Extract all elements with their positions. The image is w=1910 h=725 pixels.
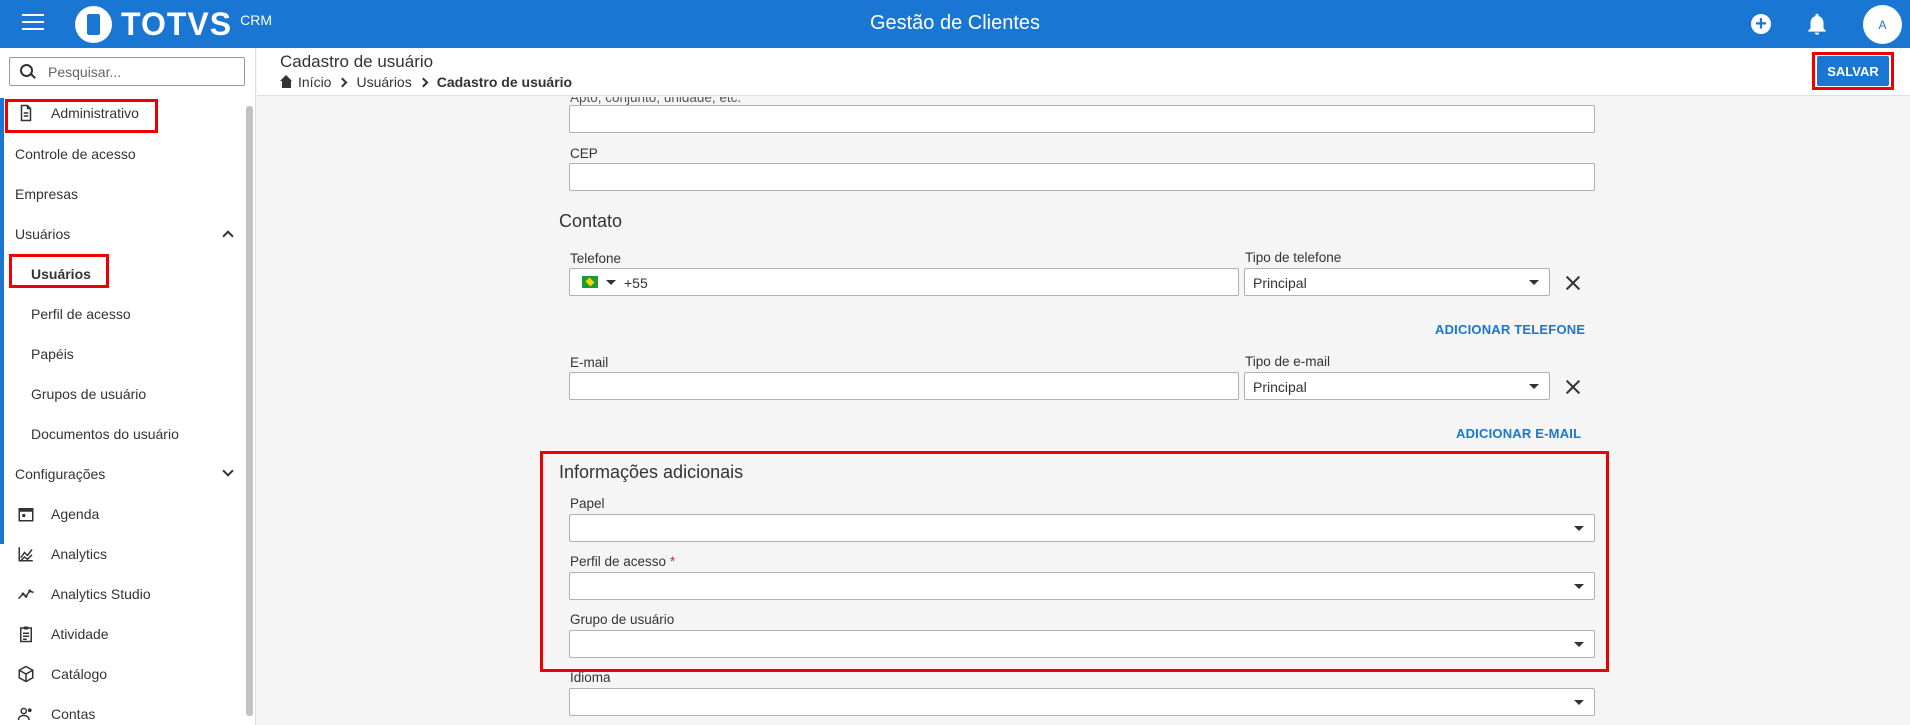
sidebar-item-label: Agenda bbox=[51, 506, 100, 522]
brand-name: TOTVS bbox=[121, 5, 233, 42]
sidebar-item-label: Papéis bbox=[31, 346, 74, 362]
sidebar-item-contas[interactable]: Contas bbox=[0, 699, 244, 725]
sidebar-item-usuarios-group[interactable]: Usuários bbox=[0, 219, 244, 249]
sidebar-item-label: Empresas bbox=[15, 186, 79, 202]
sidebar-item-label: Perfil de acesso bbox=[31, 306, 131, 322]
tipo-email-label: Tipo de e-mail bbox=[1245, 354, 1331, 369]
user-avatar[interactable]: A bbox=[1863, 5, 1902, 44]
sidebar-item-label: Analytics Studio bbox=[51, 586, 151, 602]
breadcrumb-usuarios[interactable]: Usuários bbox=[356, 74, 411, 90]
sidebar-item-configuracoes[interactable]: Configurações bbox=[0, 459, 244, 489]
sidebar-item-label: Atividade bbox=[51, 626, 109, 642]
search-icon bbox=[20, 63, 36, 80]
sidebar-item-papeis[interactable]: Papéis bbox=[0, 339, 244, 369]
chevron-right-icon bbox=[338, 77, 348, 87]
sidebar-item-label: Controle de acesso bbox=[15, 146, 136, 162]
sidebar-item-agenda[interactable]: Agenda bbox=[0, 499, 244, 529]
idioma-select[interactable] bbox=[569, 688, 1595, 716]
clipboard-icon bbox=[17, 625, 35, 643]
sidebar-item-empresas[interactable]: Empresas bbox=[0, 179, 244, 209]
breadcrumb: Início Usuários Cadastro de usuário bbox=[280, 74, 572, 90]
chevron-right-icon bbox=[418, 77, 429, 87]
page-header: Cadastro de usuário Início Usuários Cada… bbox=[257, 48, 1910, 96]
telefone-label: Telefone bbox=[570, 251, 622, 266]
highlight-administrativo bbox=[5, 99, 158, 133]
brazil-flag-icon bbox=[582, 276, 598, 288]
tipo-telefone-select[interactable]: Principal bbox=[1244, 268, 1550, 296]
top-bar: TOTVS CRM Gestão de Clientes A bbox=[0, 0, 1910, 48]
sidebar-item-grupos-de-usuario[interactable]: Grupos de usuário bbox=[0, 379, 244, 409]
breadcrumb-current: Cadastro de usuário bbox=[436, 74, 573, 90]
hamburger-menu-icon[interactable] bbox=[22, 14, 44, 34]
country-dropdown-icon[interactable] bbox=[606, 280, 616, 285]
remove-telefone-icon[interactable] bbox=[1564, 274, 1582, 292]
sidebar-item-controle-de-acesso[interactable]: Controle de acesso bbox=[0, 139, 244, 169]
sidebar-scrollbar[interactable] bbox=[246, 106, 253, 716]
apto-input[interactable] bbox=[569, 105, 1595, 133]
sidebar-item-documentos-do-usuario[interactable]: Documentos do usuário bbox=[0, 419, 244, 449]
contato-section-title: Contato bbox=[559, 211, 623, 231]
phone-country-code: +55 bbox=[624, 275, 648, 291]
brand-logo[interactable]: TOTVS CRM bbox=[75, 4, 272, 44]
sidebar-item-label: Usuários bbox=[15, 226, 71, 242]
sidebar-item-analytics[interactable]: Analytics bbox=[0, 539, 244, 569]
area-chart-icon bbox=[17, 545, 35, 563]
tipo-telefone-value: Principal bbox=[1253, 275, 1307, 291]
email-input[interactable] bbox=[569, 372, 1239, 400]
brand-sub: CRM bbox=[240, 12, 272, 28]
home-icon bbox=[280, 75, 293, 88]
email-label: E-mail bbox=[570, 355, 609, 370]
sidebar: Administrativo Controle de acesso Empres… bbox=[0, 48, 256, 725]
highlight-usuarios bbox=[9, 254, 109, 288]
users-icon bbox=[17, 705, 35, 723]
sidebar-item-perfil-de-acesso[interactable]: Perfil de acesso bbox=[0, 299, 244, 329]
totvs-logo-icon bbox=[75, 5, 112, 43]
sidebar-search[interactable] bbox=[9, 57, 245, 86]
breadcrumb-inicio[interactable]: Início bbox=[298, 74, 331, 90]
sidebar-item-catalogo[interactable]: Catálogo bbox=[0, 659, 244, 689]
highlight-save-button bbox=[1812, 52, 1894, 90]
cep-label: CEP bbox=[570, 146, 598, 161]
sidebar-item-label: Contas bbox=[51, 706, 96, 722]
tipo-email-value: Principal bbox=[1253, 379, 1307, 395]
telefone-input[interactable]: +55 bbox=[569, 268, 1239, 296]
sidebar-item-label: Configurações bbox=[15, 466, 106, 482]
idioma-label: Idioma bbox=[570, 670, 611, 685]
highlight-info-adicionais bbox=[540, 451, 1609, 672]
sidebar-item-label: Documentos do usuário bbox=[31, 426, 179, 442]
tipo-email-select[interactable]: Principal bbox=[1244, 372, 1550, 400]
remove-email-icon[interactable] bbox=[1564, 378, 1582, 396]
notification-bell-icon[interactable] bbox=[1804, 11, 1830, 37]
form-area: Apto, conjunto, unidade, etc. CEP Contat… bbox=[257, 97, 1910, 725]
dropdown-arrow-icon bbox=[1529, 384, 1539, 389]
app-title: Gestão de Clientes bbox=[869, 12, 1041, 34]
chevron-up-icon bbox=[222, 230, 234, 242]
sidebar-item-analytics-studio[interactable]: Analytics Studio bbox=[0, 579, 244, 609]
sidebar-item-label: Grupos de usuário bbox=[31, 386, 147, 402]
search-input[interactable] bbox=[48, 63, 228, 80]
add-circle-icon[interactable] bbox=[1748, 11, 1774, 37]
dropdown-arrow-icon bbox=[1529, 280, 1539, 285]
trend-icon bbox=[17, 585, 35, 603]
chevron-down-icon bbox=[222, 465, 234, 477]
add-email-button[interactable]: ADICIONAR E-MAIL bbox=[1456, 426, 1581, 441]
dropdown-arrow-icon bbox=[1574, 700, 1584, 705]
sidebar-item-label: Catálogo bbox=[51, 666, 108, 682]
add-telefone-button[interactable]: ADICIONAR TELEFONE bbox=[1435, 322, 1585, 337]
sidebar-item-label: Analytics bbox=[51, 546, 108, 562]
cep-input[interactable] bbox=[569, 163, 1595, 191]
tipo-telefone-label: Tipo de telefone bbox=[1245, 250, 1342, 265]
calendar-icon bbox=[17, 505, 35, 523]
page-title: Cadastro de usuário bbox=[280, 52, 434, 71]
sidebar-item-atividade[interactable]: Atividade bbox=[0, 619, 244, 649]
cube-icon bbox=[17, 665, 35, 683]
apto-label: Apto, conjunto, unidade, etc. bbox=[570, 97, 742, 105]
